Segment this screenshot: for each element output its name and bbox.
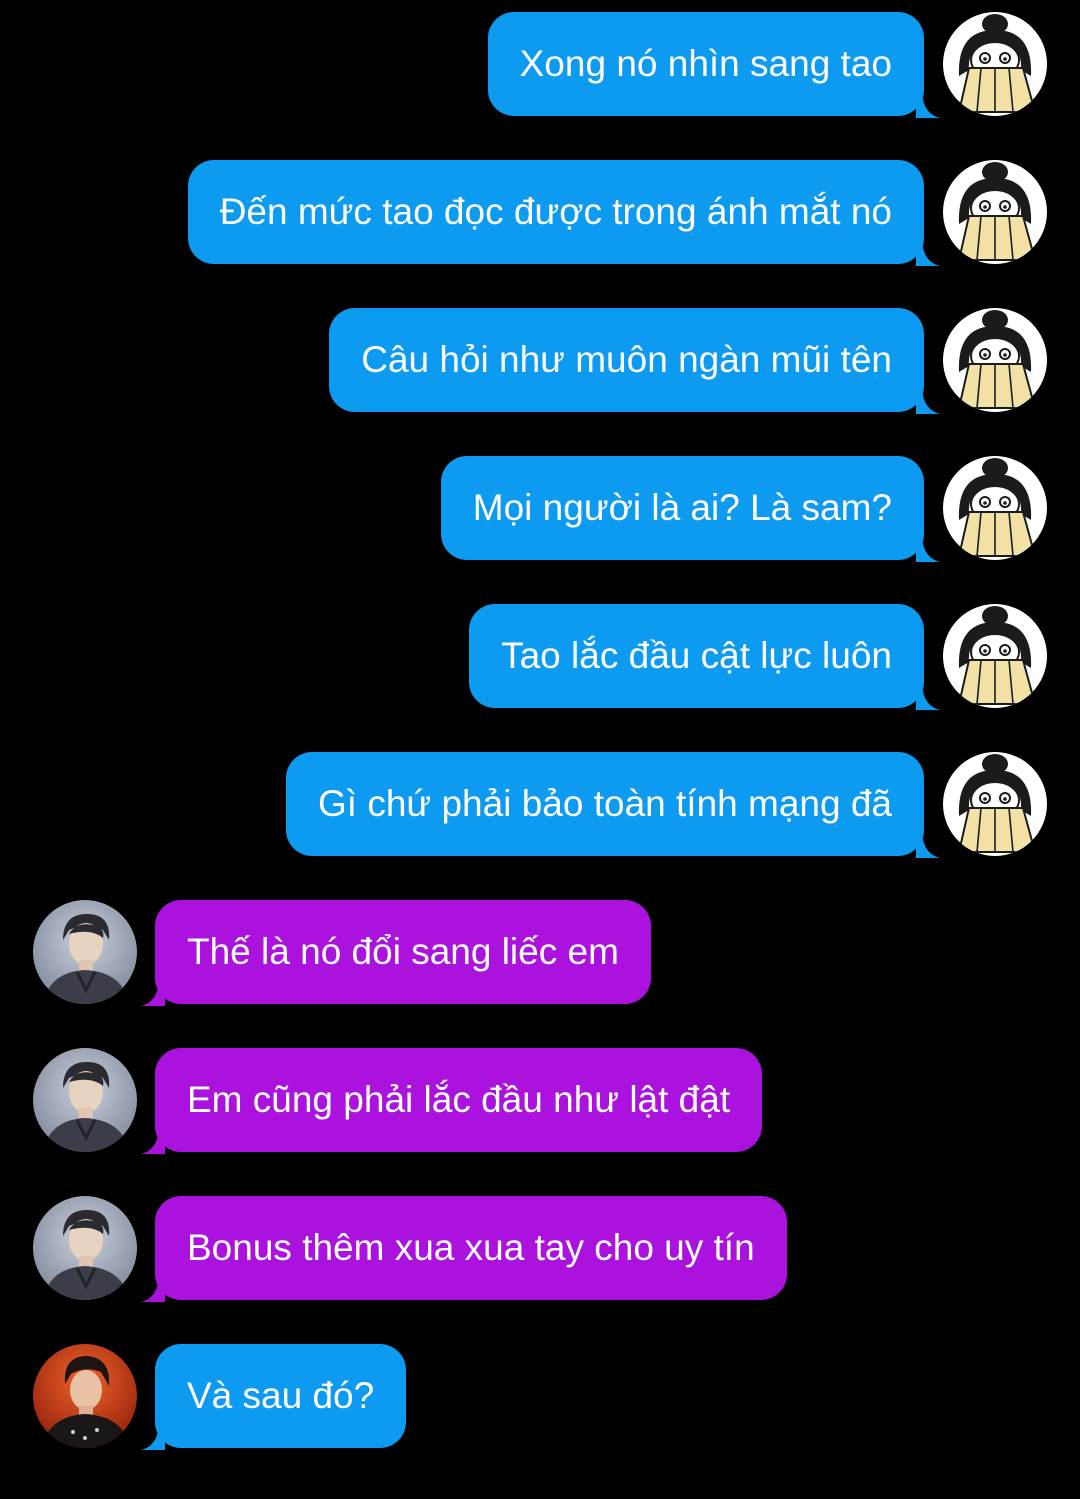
- anime-fan-avatar[interactable]: [943, 456, 1047, 560]
- message-text: Đến mức tao đọc được trong ánh mắt nó: [219, 191, 892, 232]
- message-row: Xong nó nhìn sang tao: [0, 12, 1080, 118]
- message-bubble[interactable]: Gì chứ phải bảo toàn tính mạng đã: [286, 752, 924, 856]
- message-bubble[interactable]: Em cũng phải lắc đầu như lật đật: [155, 1048, 763, 1152]
- man-portrait-avatar[interactable]: [33, 1196, 137, 1300]
- message-bubble[interactable]: Thế là nó đổi sang liếc em: [155, 900, 651, 1004]
- bubble-tail: [916, 834, 940, 858]
- man-portrait-avatar[interactable]: [33, 1048, 137, 1152]
- bubble-tail: [916, 94, 940, 118]
- message-text: Thế là nó đổi sang liếc em: [187, 931, 619, 972]
- anime-fan-avatar[interactable]: [943, 308, 1047, 412]
- message-bubble[interactable]: Mọi người là ai? Là sam?: [440, 456, 924, 560]
- message-text: Và sau đó?: [187, 1375, 375, 1416]
- message-bubble[interactable]: Xong nó nhìn sang tao: [487, 12, 924, 116]
- message-row: Mọi người là ai? Là sam?: [0, 456, 1080, 562]
- message-bubble[interactable]: Và sau đó?: [155, 1344, 407, 1448]
- bubble-tail: [916, 242, 940, 266]
- message-text: Bonus thêm xua xua tay cho uy tín: [187, 1227, 755, 1268]
- message-row: Gì chứ phải bảo toàn tính mạng đã: [0, 752, 1080, 858]
- message-row: Em cũng phải lắc đầu như lật đật: [0, 1048, 1080, 1154]
- message-row: Câu hỏi như muôn ngàn mũi tên: [0, 308, 1080, 414]
- message-row: Bonus thêm xua xua tay cho uy tín: [0, 1196, 1080, 1302]
- message-row: Thế là nó đổi sang liếc em: [0, 900, 1080, 1006]
- message-bubble[interactable]: Đến mức tao đọc được trong ánh mắt nó: [187, 160, 924, 264]
- message-text: Xong nó nhìn sang tao: [519, 43, 892, 84]
- message-text: Em cũng phải lắc đầu như lật đật: [187, 1079, 731, 1120]
- bubble-tail: [916, 390, 940, 414]
- anime-fan-avatar[interactable]: [943, 752, 1047, 856]
- message-text: Gì chứ phải bảo toàn tính mạng đã: [318, 783, 892, 824]
- message-row: Tao lắc đầu cật lực luôn: [0, 604, 1080, 710]
- bubble-tail: [916, 686, 940, 710]
- anime-fan-avatar[interactable]: [943, 604, 1047, 708]
- message-row: Đến mức tao đọc được trong ánh mắt nó: [0, 160, 1080, 266]
- man-red-portrait-avatar[interactable]: [33, 1344, 137, 1448]
- message-text: Tao lắc đầu cật lực luôn: [501, 635, 892, 676]
- message-bubble[interactable]: Bonus thêm xua xua tay cho uy tín: [155, 1196, 787, 1300]
- message-bubble[interactable]: Tao lắc đầu cật lực luôn: [469, 604, 924, 708]
- anime-fan-avatar[interactable]: [943, 160, 1047, 264]
- message-row: Và sau đó?: [0, 1344, 1080, 1450]
- message-text: Mọi người là ai? Là sam?: [472, 487, 892, 528]
- man-portrait-avatar[interactable]: [33, 900, 137, 1004]
- anime-fan-avatar[interactable]: [943, 12, 1047, 116]
- message-text: Câu hỏi như muôn ngàn mũi tên: [361, 339, 892, 380]
- message-bubble[interactable]: Câu hỏi như muôn ngàn mũi tên: [329, 308, 924, 412]
- bubble-tail: [916, 538, 940, 562]
